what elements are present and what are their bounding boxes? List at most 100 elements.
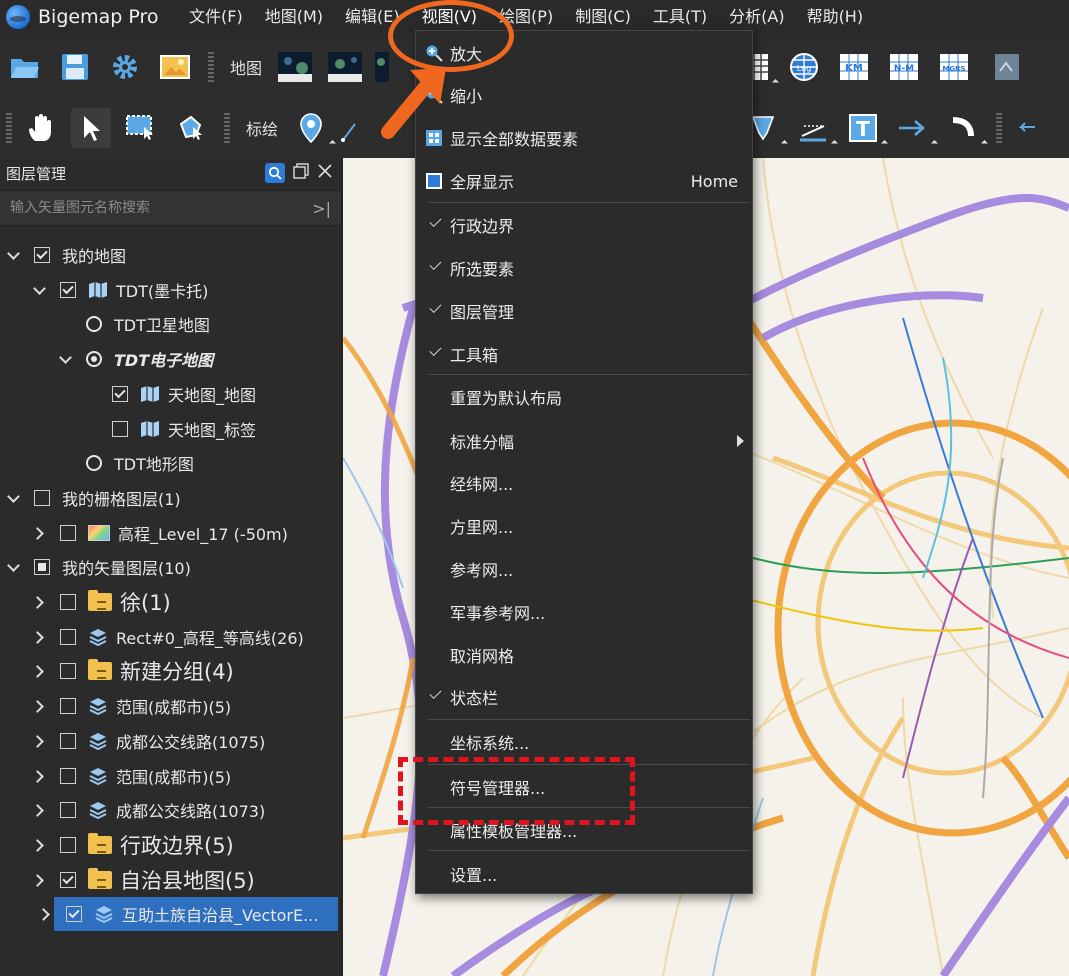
layer-checkbox[interactable] bbox=[60, 594, 76, 610]
view-menu-item[interactable]: 图层管理 bbox=[416, 291, 752, 331]
menu-tools[interactable]: 工具(T) bbox=[642, 0, 718, 34]
box-select-icon[interactable] bbox=[121, 108, 161, 148]
view-menu-item[interactable]: 设置... bbox=[416, 854, 752, 894]
view-menu-item[interactable]: 显示全部数据要素 bbox=[416, 118, 752, 158]
clear-grid-icon[interactable] bbox=[987, 47, 1027, 87]
view-menu-item[interactable]: 重置为默认布局 bbox=[416, 377, 752, 417]
layer-tree-row[interactable]: 徐(1) bbox=[0, 585, 340, 619]
layer-search-input[interactable] bbox=[10, 200, 313, 216]
chevron-down-icon[interactable] bbox=[7, 249, 19, 261]
layer-radio[interactable] bbox=[86, 455, 102, 472]
chevron-right-icon[interactable] bbox=[39, 908, 51, 920]
curve-tool-icon[interactable] bbox=[943, 108, 983, 148]
chevron-down-icon[interactable] bbox=[7, 561, 19, 573]
layer-tree-row[interactable]: TDT地形图 bbox=[0, 446, 340, 480]
layer-tree-row[interactable]: 我的矢量图层(10) bbox=[0, 550, 340, 584]
marker-pin-icon[interactable] bbox=[291, 108, 331, 148]
layer-radio[interactable] bbox=[86, 316, 102, 333]
layer-checkbox[interactable] bbox=[60, 628, 76, 645]
chevron-right-icon[interactable] bbox=[33, 631, 45, 643]
chevron-right-icon[interactable] bbox=[33, 700, 45, 712]
view-menu-item[interactable]: 方里网... bbox=[416, 506, 752, 546]
layer-tree-row[interactable]: 范围(成都市)(5) bbox=[0, 689, 340, 723]
pan-hand-icon[interactable] bbox=[21, 108, 61, 148]
layer-checkbox[interactable] bbox=[60, 802, 76, 819]
chevron-right-icon[interactable] bbox=[33, 735, 45, 747]
layer-checkbox[interactable] bbox=[60, 698, 76, 715]
layer-checkbox[interactable] bbox=[60, 767, 76, 784]
layer-tree-row[interactable]: 高程_Level_17 (-50m) bbox=[0, 516, 340, 550]
panel-close-icon[interactable] bbox=[317, 163, 333, 183]
view-menu-item[interactable]: 经纬网... bbox=[416, 463, 752, 503]
view-menu-item[interactable]: 所选要素 bbox=[416, 248, 752, 288]
view-menu-item[interactable]: 工具箱 bbox=[416, 334, 752, 374]
layer-checkbox[interactable] bbox=[60, 871, 76, 888]
layer-tree-row[interactable]: 成都公交线路(1075) bbox=[0, 724, 340, 758]
panel-float-icon[interactable] bbox=[293, 163, 309, 183]
chevron-right-icon[interactable] bbox=[33, 874, 45, 886]
text-tool-icon[interactable]: T bbox=[843, 108, 883, 148]
satellite-map-2-icon[interactable] bbox=[325, 47, 365, 87]
nm-grid-icon[interactable]: N-M bbox=[884, 47, 924, 87]
chevron-right-icon[interactable] bbox=[33, 527, 45, 539]
view-menu-item[interactable]: 军事参考网... bbox=[416, 592, 752, 632]
km-grid-icon[interactable]: KM bbox=[834, 47, 874, 87]
chevron-right-icon[interactable] bbox=[33, 770, 45, 782]
layer-tree-row[interactable]: 成都公交线路(1073) bbox=[0, 793, 340, 827]
layer-checkbox[interactable] bbox=[60, 524, 76, 541]
open-folder-icon[interactable] bbox=[5, 47, 45, 87]
chevron-right-icon[interactable] bbox=[33, 665, 45, 677]
select-arrow-icon[interactable] bbox=[71, 108, 111, 148]
view-menu-item[interactable]: 状态栏 bbox=[416, 677, 752, 717]
view-menu-item[interactable]: 标准分幅 bbox=[416, 421, 752, 461]
settings-gear-icon[interactable] bbox=[105, 47, 145, 87]
layer-tree-row[interactable]: 范围(成都市)(5) bbox=[0, 759, 340, 793]
chevron-down-icon[interactable] bbox=[33, 284, 45, 296]
view-menu-item[interactable]: 参考网... bbox=[416, 549, 752, 589]
layer-tree-row[interactable]: 天地图_地图 bbox=[0, 377, 340, 411]
view-menu-item[interactable]: 取消网格 bbox=[416, 635, 752, 675]
latlng-globe-icon[interactable]: Lng bbox=[784, 47, 824, 87]
menu-file[interactable]: 文件(F) bbox=[178, 0, 254, 34]
menu-analysis[interactable]: 分析(A) bbox=[718, 0, 795, 34]
chevron-right-icon[interactable] bbox=[33, 839, 45, 851]
layer-checkbox[interactable] bbox=[34, 489, 50, 506]
layer-tree-row[interactable]: 我的栅格图层(1) bbox=[0, 481, 340, 515]
view-menu-item[interactable]: 行政边界 bbox=[416, 205, 752, 245]
image-icon[interactable] bbox=[155, 47, 195, 87]
layer-tree-row[interactable]: 新建分组(4) bbox=[0, 654, 340, 688]
layer-tree-row[interactable]: Rect#0_高程_等高线(26) bbox=[0, 620, 340, 654]
layer-tree-row[interactable]: 天地图_标签 bbox=[0, 412, 340, 446]
layer-tree-row[interactable]: TDT(墨卡托) bbox=[0, 273, 340, 307]
layer-tree-row[interactable]: TDT卫星地图 bbox=[0, 307, 340, 341]
search-go-icon[interactable]: >| bbox=[312, 199, 331, 218]
chevron-right-icon[interactable] bbox=[33, 596, 45, 608]
layer-checkbox[interactable] bbox=[60, 836, 76, 853]
layer-checkbox[interactable] bbox=[112, 420, 128, 437]
chevron-down-icon[interactable] bbox=[7, 492, 19, 504]
layer-checkbox[interactable] bbox=[34, 247, 50, 263]
layer-tree-row[interactable]: 互助土族自治县_VectorE... bbox=[54, 897, 338, 932]
polygon-select-icon[interactable] bbox=[171, 108, 211, 148]
view-menu-item[interactable]: 全屏显示 Home bbox=[416, 161, 752, 201]
view-menu-item[interactable]: 坐标系统... bbox=[416, 722, 752, 762]
mgrs-grid-icon[interactable]: MGRS bbox=[934, 47, 974, 87]
view-menu-item[interactable]: 缩小 bbox=[416, 75, 752, 115]
arrow-tool-icon[interactable] bbox=[893, 108, 933, 148]
polyline-icon[interactable] bbox=[341, 108, 361, 148]
layer-radio[interactable] bbox=[86, 351, 102, 368]
layer-checkbox[interactable] bbox=[60, 281, 76, 298]
layer-checkbox[interactable] bbox=[34, 559, 50, 576]
measure-ruler-icon[interactable] bbox=[793, 108, 833, 148]
layer-checkbox[interactable] bbox=[60, 732, 76, 749]
panel-search-icon[interactable] bbox=[265, 163, 285, 183]
chevron-down-icon[interactable] bbox=[59, 353, 71, 365]
chevron-right-icon[interactable] bbox=[33, 804, 45, 816]
menu-help[interactable]: 帮助(H) bbox=[796, 0, 875, 34]
layer-tree-row[interactable]: 行政边界(5) bbox=[0, 828, 340, 862]
layer-checkbox[interactable] bbox=[112, 385, 128, 402]
layer-tree-row[interactable]: 我的地图 bbox=[0, 238, 340, 272]
layer-tree-row[interactable]: 自治县地图(5) bbox=[0, 863, 340, 897]
save-icon[interactable] bbox=[55, 47, 95, 87]
layer-checkbox[interactable] bbox=[66, 906, 82, 923]
